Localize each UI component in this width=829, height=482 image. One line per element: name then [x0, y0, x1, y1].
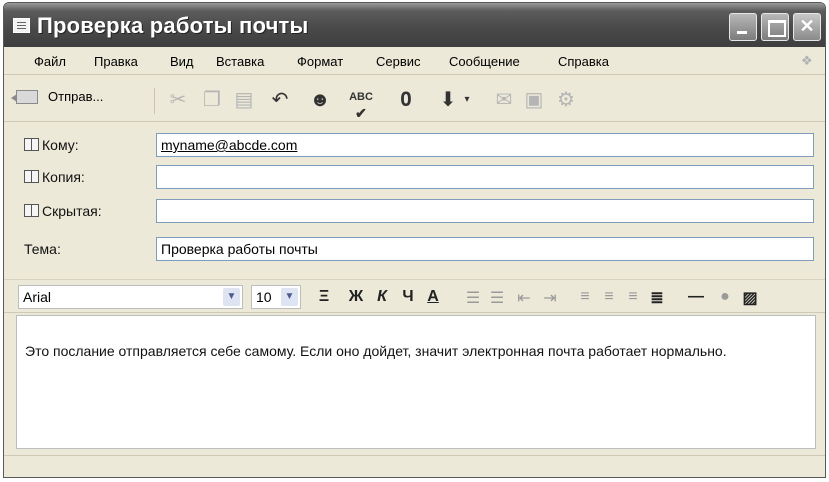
address-book-icon [24, 204, 39, 217]
to-label[interactable]: Кому: [24, 137, 79, 153]
message-text: Это послание отправляется себе самому. Е… [25, 343, 727, 359]
font-color-button[interactable]: А [424, 288, 442, 308]
menu-file[interactable]: Файл [34, 54, 66, 69]
encrypt-icon[interactable]: ▣ [520, 88, 548, 112]
attach-icon[interactable]: 𝟎 [392, 88, 420, 112]
menu-message[interactable]: Сообщение [449, 54, 520, 69]
to-row: Кому: [4, 131, 825, 161]
menu-tools[interactable]: Сервис [376, 54, 421, 69]
send-label: Отправ... [48, 89, 104, 104]
menu-insert[interactable]: Вставка [216, 54, 264, 69]
align-right-icon[interactable]: ≡ [624, 288, 642, 308]
subject-label: Тема: [24, 241, 61, 257]
check-names-icon[interactable]: ☻ [306, 88, 334, 112]
address-book-icon [24, 170, 39, 183]
message-icon [13, 18, 30, 33]
bcc-row: Скрытая: [4, 197, 825, 227]
align-left-icon[interactable]: ≡ [576, 288, 594, 308]
toolbar: Отправ... ✂ ❐ ▤ ↶ ☻ ABC ✔ 𝟎 ⬇ ▾ ✉ ▣ ⚙ [4, 76, 825, 122]
font-select[interactable]: Arial ▼ [18, 285, 243, 309]
spelling-icon[interactable]: ABC ✔ [344, 88, 378, 120]
bullet-list-icon[interactable]: ☰ [488, 288, 506, 308]
font-size-select[interactable]: 10 ▼ [251, 285, 301, 309]
window-title: Проверка работы почты [37, 13, 309, 38]
subject-field[interactable] [156, 237, 814, 261]
cut-icon[interactable]: ✂ [164, 88, 192, 112]
horizontal-line-icon[interactable]: — [686, 288, 706, 308]
windows-logo-icon: ❖ [801, 53, 813, 68]
cc-label[interactable]: Копия: [24, 169, 85, 185]
italic-button[interactable]: К [374, 288, 390, 308]
subject-row: Тема: [4, 235, 825, 265]
insert-picture-icon[interactable]: ▨ [740, 288, 760, 308]
cc-row: Копия: [4, 163, 825, 193]
title-bar[interactable]: Проверка работы почты ✕ [4, 3, 825, 47]
spelling-label: ABC [349, 91, 373, 103]
sign-icon[interactable]: ✉ [490, 88, 518, 112]
font-size-value: 10 [256, 289, 272, 305]
menu-format[interactable]: Формат [297, 54, 343, 69]
to-field[interactable] [156, 133, 814, 157]
numbered-list-icon[interactable]: ☰ [464, 288, 482, 308]
paste-icon[interactable]: ▤ [230, 88, 258, 112]
paragraph-style-icon[interactable]: Ξ [314, 288, 334, 308]
compose-window: Проверка работы почты ✕ Файл Правка Вид … [3, 2, 826, 478]
menu-help[interactable]: Справка [558, 54, 609, 69]
address-book-icon [24, 138, 39, 151]
font-value: Arial [23, 289, 52, 305]
send-icon [11, 90, 38, 104]
offline-icon[interactable]: ⚙ [552, 88, 580, 112]
menu-view[interactable]: Вид [170, 54, 194, 69]
formatting-bar: Arial ▼ 10 ▼ Ξ Ж К Ч А ☰ ☰ ⇤ ⇥ ≡ ≡ ≡ ≣ —… [4, 279, 825, 313]
align-center-icon[interactable]: ≡ [600, 288, 618, 308]
cc-field[interactable] [156, 165, 814, 189]
status-bar [4, 455, 825, 477]
maximize-button[interactable] [761, 13, 789, 41]
close-button[interactable]: ✕ [793, 13, 821, 41]
priority-dropdown-icon[interactable]: ▾ [460, 88, 474, 112]
bcc-label[interactable]: Скрытая: [24, 203, 102, 219]
menu-bar: Файл Правка Вид Вставка Формат Сервис Со… [4, 47, 825, 75]
underline-button[interactable]: Ч [400, 288, 416, 308]
message-body[interactable]: Это послание отправляется себе самому. Е… [16, 315, 816, 449]
undo-icon[interactable]: ↶ [266, 88, 294, 112]
decrease-indent-icon[interactable]: ⇤ [514, 288, 534, 308]
bcc-field[interactable] [156, 199, 814, 223]
minimize-button[interactable] [729, 13, 757, 41]
chevron-down-icon[interactable]: ▼ [223, 288, 240, 306]
hyperlink-icon[interactable]: ● [716, 288, 734, 308]
chevron-down-icon[interactable]: ▼ [281, 288, 298, 306]
increase-indent-icon[interactable]: ⇥ [540, 288, 560, 308]
bold-button[interactable]: Ж [348, 288, 364, 308]
priority-icon[interactable]: ⬇ [434, 88, 462, 112]
menu-edit[interactable]: Правка [94, 54, 138, 69]
toolbar-separator [154, 88, 155, 114]
copy-icon[interactable]: ❐ [198, 88, 226, 112]
justify-icon[interactable]: ≣ [648, 288, 666, 308]
